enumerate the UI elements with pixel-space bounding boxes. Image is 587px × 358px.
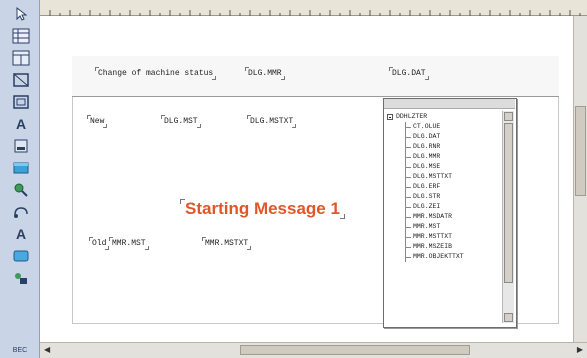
tree-item[interactable]: DLG.ZEI	[387, 202, 499, 212]
toolbox: A A BEC	[0, 0, 40, 358]
scroll-right-icon[interactable]: ▶	[577, 345, 583, 354]
tree-item[interactable]: DLG.RNR	[387, 142, 499, 152]
tree-item[interactable]: DLG.MMR	[387, 152, 499, 162]
tree-item[interactable]: MMR.MST	[387, 222, 499, 232]
tree-item[interactable]: DLG.ERF	[387, 182, 499, 192]
label-tool-icon[interactable]: A	[10, 224, 32, 243]
dlg-dat-field[interactable]: DLG.DAT	[389, 67, 429, 80]
old-label[interactable]: Old	[88, 237, 110, 250]
scroll-left-icon[interactable]: ◀	[44, 345, 50, 354]
design-canvas[interactable]: Change of machine status DLG.MMR DLG.DAT…	[40, 16, 573, 342]
new-label[interactable]: New	[86, 115, 108, 128]
tree-item[interactable]: CT.OLUE	[387, 122, 499, 132]
mmr-mstxt-field[interactable]: MMR.MSTXT	[201, 237, 252, 250]
shape-tool-icon[interactable]	[10, 268, 32, 287]
button-tool-icon[interactable]	[10, 246, 32, 265]
tree-item[interactable]: MMR.MSDATR	[387, 212, 499, 222]
text-tool-glyph: A	[15, 115, 27, 132]
canvas-horizontal-scrollbar[interactable]: ◀ ▶	[40, 342, 587, 358]
image-tool-icon[interactable]	[10, 158, 32, 177]
canvas-hscroll-thumb[interactable]	[240, 345, 470, 355]
tree-item[interactable]: MMR.MSZEIB	[387, 242, 499, 252]
group-tool-icon[interactable]	[10, 92, 32, 111]
dlg-mstxt-field[interactable]: DLG.MSTXT	[246, 115, 297, 128]
field-tool-icon[interactable]	[10, 136, 32, 155]
canvas-vscroll-thumb[interactable]	[575, 106, 586, 196]
dlg-mmr-field[interactable]: DLG.MMR	[245, 67, 285, 80]
scroll-down-icon[interactable]	[504, 313, 513, 322]
field-tree-panel[interactable]: DDHLZTER CT.OLUE DLG.DAT DLG.RNR DLG.MMR…	[383, 98, 517, 328]
starting-message-field[interactable]: Starting Message 1	[180, 199, 345, 219]
mmr-mst-field[interactable]: MMR.MST	[109, 237, 149, 250]
tree-item[interactable]: DLG.STR	[387, 192, 499, 202]
text-tool-icon[interactable]: A	[10, 114, 32, 133]
select-arrow-icon[interactable]	[10, 4, 32, 23]
tree-item[interactable]: MMR.MSTTXT	[387, 232, 499, 242]
tree-root-label: DDHLZTER	[396, 113, 428, 120]
canvas-vertical-scrollbar[interactable]	[573, 16, 587, 342]
tree-root-item[interactable]: DDHLZTER	[387, 112, 499, 122]
tree-item[interactable]: DLG.MSE	[387, 162, 499, 172]
tree-item[interactable]: DLG.MSTTXT	[387, 172, 499, 182]
frame-tool-icon[interactable]	[10, 70, 32, 89]
table-tool-icon[interactable]	[10, 48, 32, 67]
tree-scroll-thumb[interactable]	[504, 123, 513, 283]
grid-tool-icon[interactable]	[10, 26, 32, 45]
collapse-icon[interactable]	[387, 114, 393, 120]
tree-item[interactable]: DLG.DAT	[387, 132, 499, 142]
zoom-tool-icon[interactable]	[10, 180, 32, 199]
tree-panel-titlebar[interactable]	[384, 99, 515, 109]
field-tree[interactable]: DDHLZTER CT.OLUE DLG.DAT DLG.RNR DLG.MMR…	[387, 112, 499, 322]
label-tool-glyph: A	[15, 225, 27, 242]
dlg-mst-field[interactable]: DLG.MST	[161, 115, 201, 128]
ruler-ticks	[49, 10, 581, 16]
form-designer-window: A A BEC Change of machine status DLG.MMR…	[0, 0, 587, 358]
tree-scrollbar[interactable]	[502, 111, 514, 323]
scroll-up-icon[interactable]	[504, 112, 513, 121]
change-status-label[interactable]: Change of machine status	[94, 67, 217, 80]
status-indicator: BEC	[12, 347, 28, 354]
link-tool-icon[interactable]	[10, 202, 32, 221]
top-ruler	[40, 0, 587, 16]
tree-item[interactable]: MMR.OBJEKTTXT	[387, 252, 499, 262]
